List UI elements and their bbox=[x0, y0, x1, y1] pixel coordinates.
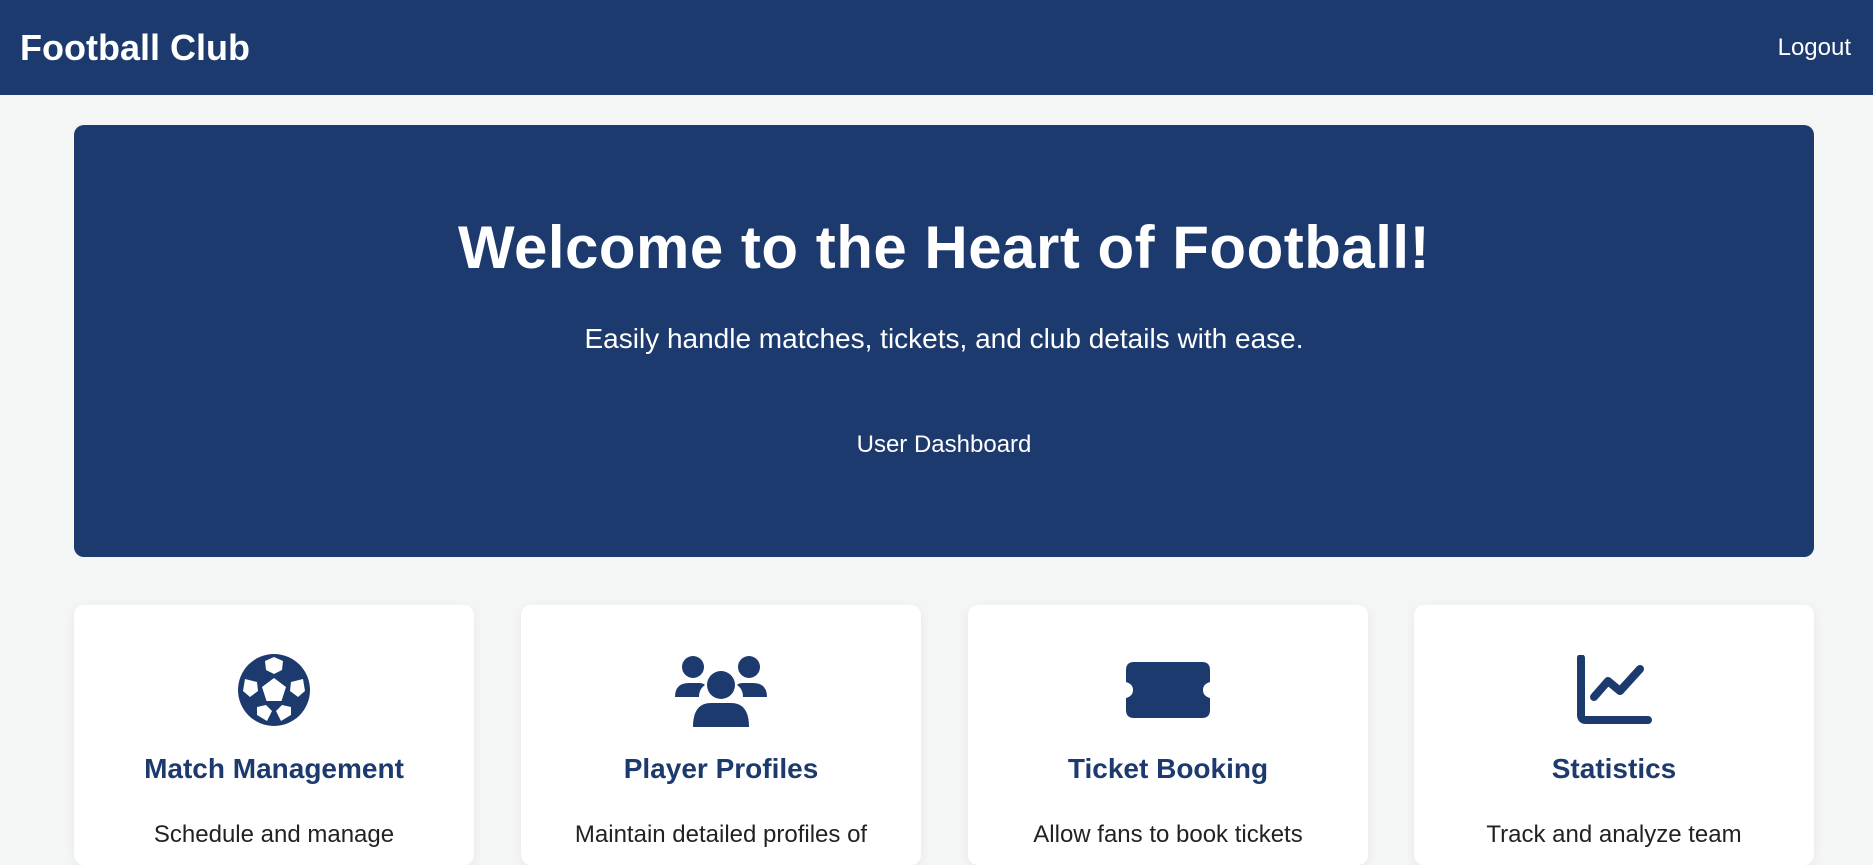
feature-description: Maintain detailed profiles of bbox=[574, 821, 868, 848]
user-dashboard-link[interactable]: User Dashboard bbox=[857, 431, 1032, 459]
hero-banner: Welcome to the Heart of Football! Easily… bbox=[74, 125, 1814, 557]
hero-title: Welcome to the Heart of Football! bbox=[457, 214, 1431, 281]
feature-card-player-profiles[interactable]: Player Profiles Maintain detailed profil… bbox=[521, 605, 921, 865]
feature-description: Schedule and manage bbox=[153, 821, 395, 848]
feature-cards: Match Management Schedule and manage Pla… bbox=[74, 605, 1814, 865]
logout-link[interactable]: Logout bbox=[1778, 34, 1851, 62]
chart-line-icon bbox=[1568, 653, 1660, 727]
feature-card-ticket-booking[interactable]: Ticket Booking Allow fans to book ticket… bbox=[968, 605, 1368, 865]
top-navbar: Football Club Logout bbox=[0, 0, 1873, 95]
feature-title: Ticket Booking bbox=[1067, 753, 1269, 784]
ticket-icon bbox=[1122, 653, 1214, 727]
feature-description: Allow fans to book tickets bbox=[1033, 821, 1303, 848]
feature-card-statistics[interactable]: Statistics Track and analyze team bbox=[1414, 605, 1814, 865]
feature-title: Statistics bbox=[1551, 753, 1677, 784]
brand-title[interactable]: Football Club bbox=[20, 27, 250, 69]
feature-title: Match Management bbox=[144, 753, 404, 784]
hero-subtitle: Easily handle matches, tickets, and club… bbox=[584, 323, 1304, 354]
soccer-ball-icon bbox=[228, 653, 320, 727]
users-group-icon bbox=[675, 653, 767, 727]
feature-title: Player Profiles bbox=[623, 753, 819, 784]
feature-card-match-management[interactable]: Match Management Schedule and manage bbox=[74, 605, 474, 865]
feature-description: Track and analyze team bbox=[1486, 821, 1742, 848]
